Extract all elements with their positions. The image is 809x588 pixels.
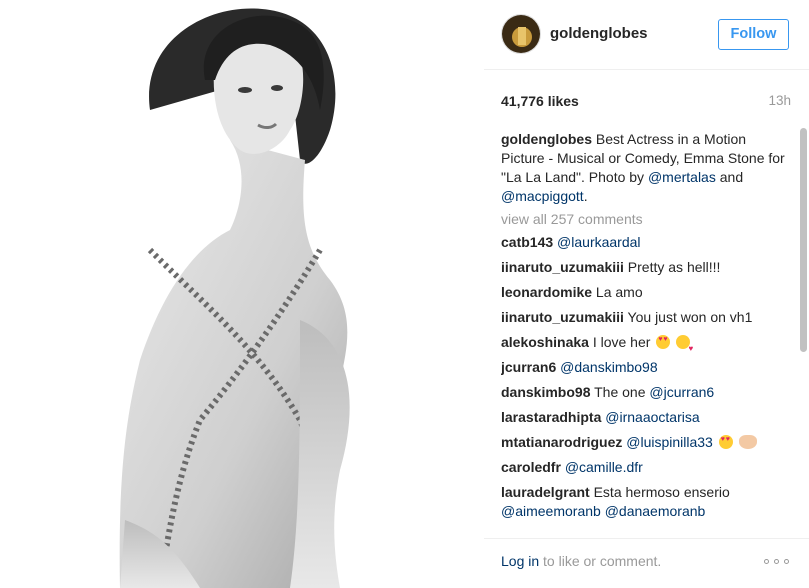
comment-text: The one (590, 384, 650, 400)
comment-text: You just won on vh1 (623, 309, 753, 325)
mention-link[interactable]: @aimeemoranb (501, 503, 601, 519)
comment-username[interactable]: iinaruto_uzumakiii (501, 309, 624, 325)
comment-item: danskimbo98 The one @jcurran6 (501, 383, 791, 402)
post-panel: goldenglobes Follow 41,776 likes 13h gol… (484, 0, 809, 588)
mention-link[interactable]: @laurkaardal (557, 234, 640, 250)
mention-link[interactable]: @danaemoranb (605, 503, 706, 519)
comment-username[interactable]: alekoshinaka (501, 334, 589, 350)
comment-username[interactable]: larastaradhipta (501, 409, 601, 425)
comment-item: caroledfr @camille.dfr (501, 458, 791, 477)
mention-link[interactable]: @jcurran6 (649, 384, 714, 400)
comment-item: mtatianarodriguez @luispinilla33 (501, 433, 791, 452)
login-link[interactable]: Log in (501, 553, 539, 569)
comment-username[interactable]: jcurran6 (501, 359, 556, 375)
caption: goldenglobes Best Actress in a Motion Pi… (501, 130, 791, 206)
avatar[interactable] (501, 14, 541, 54)
mention-link[interactable]: @mertalas (648, 169, 716, 185)
view-all-comments-link[interactable]: view all 257 comments (501, 210, 791, 229)
caption-and: and (715, 169, 744, 185)
post-meta: 41,776 likes 13h (501, 93, 791, 113)
comment-item: jcurran6 @danskimbo98 (501, 358, 791, 377)
likes-count[interactable]: 41,776 likes (501, 93, 579, 109)
comment-text: La amo (592, 284, 643, 300)
comment-item: alekoshinaka I love her (501, 333, 791, 358)
mention-link[interactable]: @camille.dfr (565, 459, 643, 475)
comment-username[interactable]: danskimbo98 (501, 384, 590, 400)
mention-link[interactable]: @macpiggott (501, 188, 584, 204)
clap-icon (738, 435, 757, 449)
comment-username[interactable]: leonardomike (501, 284, 592, 300)
caption-end: . (583, 188, 588, 204)
heart-eyes-icon (718, 435, 733, 449)
comments-list: goldenglobes Best Actress in a Motion Pi… (501, 130, 791, 528)
mention-link[interactable]: @danskimbo98 (560, 359, 658, 375)
comment-username[interactable]: catb143 (501, 234, 553, 250)
comments-scrollbar[interactable] (800, 128, 808, 528)
comment-text: I love her (588, 334, 651, 350)
heart-eyes-icon (656, 335, 671, 349)
comment-item: lauradelgrant Esta hermoso enserio @aime… (501, 483, 791, 521)
login-prompt: Log in to like or comment. (501, 553, 661, 569)
follow-button[interactable]: Follow (718, 19, 789, 50)
comment-item: iinaruto_uzumakiii You just won on vh1 (501, 308, 791, 327)
post-photo[interactable] (0, 0, 484, 588)
comment-text: Esta hermoso enserio (589, 484, 730, 500)
post-footer: Log in to like or comment. (484, 538, 809, 588)
post-time[interactable]: 13h (768, 93, 791, 108)
caption-username[interactable]: goldenglobes (501, 131, 592, 147)
scrollbar-thumb[interactable] (800, 128, 807, 352)
comment-username[interactable]: lauradelgrant (501, 484, 590, 500)
mention-link[interactable]: @irnaaoctarisa (605, 409, 699, 425)
comment-item: larastaradhipta @irnaaoctarisa (501, 408, 791, 427)
portrait-image (0, 0, 484, 588)
kiss-icon (676, 335, 693, 358)
comment-text: Pretty as hell!!! (623, 259, 721, 275)
author-username[interactable]: goldenglobes (550, 25, 648, 42)
login-prompt-text: to like or comment. (539, 553, 662, 569)
comment-item: iinaruto_uzumakiii Pretty as hell!!! (501, 258, 791, 277)
mention-link[interactable]: @luispinilla33 (626, 434, 713, 450)
post-header: goldenglobes Follow (484, 0, 809, 70)
comment-username[interactable]: mtatianarodriguez (501, 434, 622, 450)
comment-item: leonardomike La amo (501, 283, 791, 302)
comment-username[interactable]: iinaruto_uzumakiii (501, 259, 624, 275)
comment-username[interactable]: caroledfr (501, 459, 561, 475)
comment-item: catb143 @laurkaardal (501, 233, 791, 252)
more-options-icon[interactable] (764, 555, 792, 567)
goldenglobes-avatar-icon (502, 15, 540, 53)
